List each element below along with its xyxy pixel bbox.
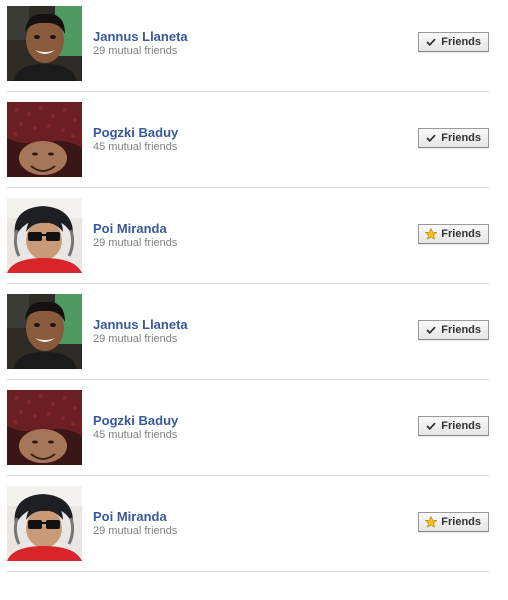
star-icon	[425, 516, 438, 528]
friend-name-link[interactable]: Jannus Llaneta	[93, 29, 188, 44]
check-icon	[425, 420, 437, 432]
friends-button[interactable]: Friends	[418, 224, 489, 244]
mutual-friends-count[interactable]: 29 mutual friends	[93, 236, 177, 250]
friends-button[interactable]: Friends	[418, 512, 489, 532]
friend-name-link[interactable]: Jannus Llaneta	[93, 317, 188, 332]
friends-button[interactable]: Friends	[418, 320, 489, 340]
friend-name-link[interactable]: Pogzki Baduy	[93, 125, 178, 140]
avatar[interactable]	[7, 390, 82, 465]
friends-button-label: Friends	[441, 36, 481, 48]
friend-info: Poi Miranda 29 mutual friends	[93, 509, 177, 538]
friend-row: Jannus Llaneta 29 mutual friends Friends	[7, 6, 489, 92]
friend-info: Jannus Llaneta 29 mutual friends	[93, 29, 188, 58]
friends-button-label: Friends	[441, 228, 481, 240]
friend-row: Pogzki Baduy 45 mutual friends Friends	[7, 390, 489, 476]
friends-button[interactable]: Friends	[418, 416, 489, 436]
friend-row: Poi Miranda 29 mutual friends Friends	[7, 198, 489, 284]
star-icon	[425, 228, 438, 240]
friend-info: Pogzki Baduy 45 mutual friends	[93, 125, 178, 154]
check-icon	[425, 36, 437, 48]
check-icon	[425, 324, 437, 336]
friend-name-link[interactable]: Poi Miranda	[93, 509, 177, 524]
avatar[interactable]	[7, 102, 82, 177]
friends-button-label: Friends	[441, 516, 481, 528]
mutual-friends-count[interactable]: 29 mutual friends	[93, 524, 177, 538]
avatar[interactable]	[7, 6, 82, 81]
friend-info: Poi Miranda 29 mutual friends	[93, 221, 177, 250]
friend-name-link[interactable]: Poi Miranda	[93, 221, 177, 236]
friend-row: Poi Miranda 29 mutual friends Friends	[7, 486, 489, 572]
friends-button-label: Friends	[441, 324, 481, 336]
friends-button-label: Friends	[441, 420, 481, 432]
avatar[interactable]	[7, 294, 82, 369]
friend-info: Pogzki Baduy 45 mutual friends	[93, 413, 178, 442]
friend-name-link[interactable]: Pogzki Baduy	[93, 413, 178, 428]
mutual-friends-count[interactable]: 29 mutual friends	[93, 44, 188, 58]
friends-button[interactable]: Friends	[418, 128, 489, 148]
friends-button-label: Friends	[441, 132, 481, 144]
avatar[interactable]	[7, 198, 82, 273]
mutual-friends-count[interactable]: 29 mutual friends	[93, 332, 188, 346]
friends-button[interactable]: Friends	[418, 32, 489, 52]
check-icon	[425, 132, 437, 144]
friend-info: Jannus Llaneta 29 mutual friends	[93, 317, 188, 346]
avatar[interactable]	[7, 486, 82, 561]
friend-list: Jannus Llaneta 29 mutual friends Friends	[7, 6, 489, 582]
friend-row: Pogzki Baduy 45 mutual friends Friends	[7, 102, 489, 188]
mutual-friends-count[interactable]: 45 mutual friends	[93, 140, 178, 154]
mutual-friends-count[interactable]: 45 mutual friends	[93, 428, 178, 442]
friend-row: Jannus Llaneta 29 mutual friends Friends	[7, 294, 489, 380]
